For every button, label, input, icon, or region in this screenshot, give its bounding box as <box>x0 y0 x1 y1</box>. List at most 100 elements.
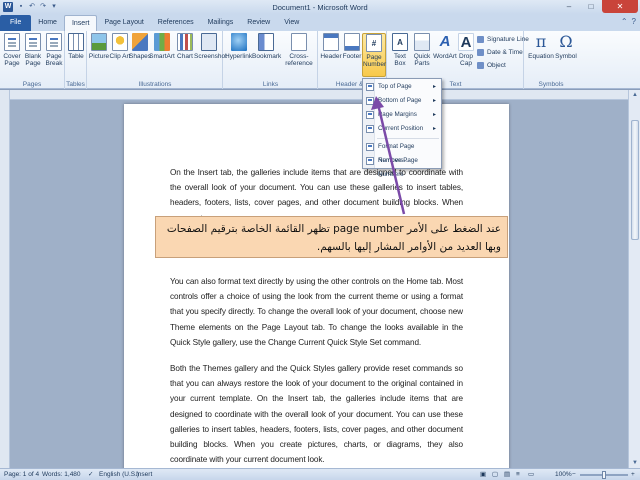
zoom-out-button[interactable]: − <box>572 469 576 480</box>
horizontal-ruler[interactable] <box>10 90 628 100</box>
view-print-layout-icon[interactable]: ▣ <box>480 469 486 480</box>
close-button[interactable]: ✕ <box>602 0 638 13</box>
page-number-icon: # <box>366 34 382 52</box>
help-icon[interactable]: ? <box>632 17 636 26</box>
wordart-icon: A <box>439 33 451 50</box>
pi-icon: π <box>535 32 547 51</box>
shapes-icon <box>132 33 148 51</box>
group-symbols: π Equation Ω Symbol Symbols <box>525 31 577 89</box>
submenu-arrow-icon: ▸ <box>432 84 436 90</box>
tab-view[interactable]: View <box>277 15 306 31</box>
table-button[interactable]: Table <box>65 33 87 60</box>
menu-item-page-margins[interactable]: Page Margins ▸ <box>364 108 440 122</box>
vertical-ruler[interactable] <box>0 90 10 468</box>
ribbon-tabs: File Home Insert Page Layout References … <box>0 14 640 31</box>
view-full-screen-icon[interactable]: ▢ <box>492 469 498 480</box>
undo-icon[interactable]: ↶ <box>28 3 36 11</box>
scroll-up-arrow-icon[interactable]: ▲ <box>629 90 640 100</box>
menu-item-top-of-page[interactable]: Top of Page ▸ <box>364 80 440 94</box>
scroll-down-arrow-icon[interactable]: ▼ <box>629 458 640 468</box>
page-number-button[interactable]: # Page Number <box>362 33 386 77</box>
document-page[interactable]: On the Insert tab, the galleries include… <box>124 104 509 480</box>
submenu-arrow-icon: ▸ <box>432 98 436 104</box>
text-box-icon: A <box>392 33 408 51</box>
page-count[interactable]: Page: 1 of 4 <box>4 469 39 480</box>
format-page-numbers-icon <box>366 143 374 151</box>
group-tables: Table Tables <box>65 31 87 89</box>
cover-page-button[interactable]: Cover Page <box>1 33 23 67</box>
customize-icon[interactable]: ▾ <box>50 3 58 11</box>
table-icon <box>68 33 84 51</box>
page-number-menu: Top of Page ▸ Bottom of Page ▸ Page Margin… <box>362 78 442 178</box>
ribbon-insert: Cover Page Blank Page Page Break Pages T… <box>0 31 640 89</box>
redo-icon[interactable]: ↷ <box>39 3 47 11</box>
status-bar: Page: 1 of 4 Words: 1,480 ✓ English (U.S… <box>0 468 640 480</box>
clip-art-icon <box>112 33 128 51</box>
group-label-symbols: Symbols <box>538 81 564 88</box>
menu-item-current-position[interactable]: Current Position ▸ <box>364 122 440 136</box>
menu-item-bottom-of-page[interactable]: Bottom of Page ▸ <box>364 94 440 108</box>
smartart-button[interactable]: SmartArt <box>149 33 175 60</box>
smartart-icon <box>154 33 170 51</box>
zoom-in-button[interactable]: + <box>631 469 635 480</box>
picture-icon <box>91 33 107 51</box>
screenshot-icon <box>201 33 217 51</box>
blank-page-icon <box>25 33 41 51</box>
save-icon[interactable]: ▪ <box>17 3 25 11</box>
language[interactable]: English (U.S.) <box>99 469 139 480</box>
paragraph-3[interactable]: Both the Themes gallery and the Quick St… <box>170 361 463 467</box>
footer-button[interactable]: Footer <box>341 33 363 60</box>
scrollbar-thumb[interactable] <box>631 120 639 240</box>
date-time-button[interactable]: Date & Time <box>476 48 523 57</box>
tab-insert[interactable]: Insert <box>63 15 98 31</box>
window-controls: – □ ✕ <box>558 0 638 13</box>
word-count[interactable]: Words: 1,480 <box>42 469 81 480</box>
cross-reference-button[interactable]: Cross-reference <box>279 33 319 67</box>
tab-references[interactable]: References <box>151 15 201 31</box>
header-button[interactable]: Header <box>320 33 342 60</box>
vertical-scrollbar[interactable]: ▲ ▼ <box>628 90 640 468</box>
minimize-ribbon-icon[interactable]: ⌃ <box>621 17 628 26</box>
remove-page-numbers-icon <box>366 157 374 165</box>
submenu-arrow-icon: ▸ <box>432 126 436 132</box>
signature-line-button[interactable]: Signature Line <box>476 35 529 44</box>
drop-cap-button[interactable]: A Drop Cap <box>455 33 477 67</box>
group-illustrations: Picture Clip Art Shapes SmartArt Chart S… <box>88 31 227 89</box>
zoom-level[interactable]: 100% <box>555 469 572 480</box>
tab-home[interactable]: Home <box>31 15 64 31</box>
paragraph-2[interactable]: You can also format text directly by usi… <box>170 274 463 350</box>
menu-separator <box>377 138 439 139</box>
tab-page-layout[interactable]: Page Layout <box>97 15 150 31</box>
hyperlink-button[interactable]: Hyperlink <box>225 33 252 60</box>
insert-mode[interactable]: Insert <box>136 469 152 480</box>
tab-review[interactable]: Review <box>240 15 277 31</box>
equation-button[interactable]: π Equation <box>527 32 555 61</box>
view-outline-icon[interactable]: ≡ <box>516 469 520 480</box>
view-web-layout-icon[interactable]: ▤ <box>504 469 510 480</box>
symbol-button[interactable]: Ω Symbol <box>554 33 578 61</box>
menu-item-remove-page-numbers[interactable]: Remove Page Numbers <box>364 154 440 178</box>
tab-file[interactable]: File <box>0 15 32 31</box>
window-title: Document1 - Microsoft Word <box>272 2 368 12</box>
bookmark-button[interactable]: Bookmark <box>252 33 281 60</box>
text-box-button[interactable]: A Text Box <box>389 33 411 67</box>
maximize-button[interactable]: □ <box>580 0 602 13</box>
word-app-icon[interactable]: W <box>3 2 13 12</box>
annotation-callout: عند الضغط على الأمر page number تظهر الق… <box>155 216 508 258</box>
minimize-button[interactable]: – <box>558 0 580 13</box>
proofing-icon[interactable]: ✓ <box>88 469 93 480</box>
chart-button[interactable]: Chart <box>174 33 196 60</box>
object-button[interactable]: Object <box>476 61 506 70</box>
blank-page-button[interactable]: Blank Page <box>22 33 44 67</box>
screenshot-button[interactable]: Screenshot <box>194 33 227 60</box>
view-draft-icon[interactable]: ▭ <box>528 469 534 480</box>
tab-mailings[interactable]: Mailings <box>201 15 241 31</box>
zoom-slider-thumb[interactable] <box>602 471 606 479</box>
shapes-button[interactable]: Shapes <box>129 33 151 60</box>
wordart-button[interactable]: A WordArt <box>433 33 457 60</box>
quick-parts-button[interactable]: Quick Parts <box>410 33 434 67</box>
picture-button[interactable]: Picture <box>88 33 110 60</box>
clip-art-button[interactable]: Clip Art <box>109 33 131 60</box>
page-break-button[interactable]: Page Break <box>43 33 65 67</box>
menu-item-format-page-numbers[interactable]: Format Page Numbers... <box>364 140 440 164</box>
